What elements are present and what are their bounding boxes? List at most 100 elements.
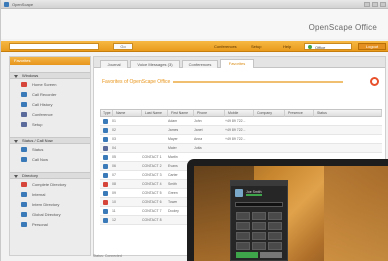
dial-key[interactable] bbox=[252, 242, 266, 250]
recorder-icon bbox=[21, 92, 27, 97]
panel-title: Favorites of OpenScape Office bbox=[102, 79, 344, 85]
table-cell: Maier bbox=[168, 146, 177, 150]
table-cell: Mayer bbox=[168, 137, 178, 141]
search-input[interactable] bbox=[9, 43, 99, 50]
home-icon bbox=[21, 82, 27, 87]
dial-key[interactable] bbox=[252, 232, 266, 240]
dial-input[interactable] bbox=[235, 202, 283, 207]
table-cell: 04 bbox=[112, 146, 116, 150]
contact-icon bbox=[103, 137, 108, 142]
table-cell: +49 89 722... bbox=[225, 119, 246, 123]
window-title: OpenScape bbox=[12, 2, 34, 7]
presence-select[interactable]: Office bbox=[304, 43, 352, 50]
dial-key[interactable] bbox=[268, 212, 282, 220]
table-row[interactable]: 02 James Janet +49 89 722... bbox=[100, 126, 382, 135]
column-header[interactable]: Status bbox=[315, 110, 382, 117]
phone-icon bbox=[21, 157, 27, 162]
sidebar-item[interactable]: Personal bbox=[10, 220, 90, 229]
column-header[interactable]: Company bbox=[255, 110, 285, 117]
help-icon[interactable] bbox=[370, 77, 379, 86]
app-icon bbox=[4, 2, 9, 7]
contact-icon bbox=[103, 173, 108, 178]
contact-icon bbox=[103, 200, 108, 205]
table-row[interactable]: 04 Maier Jutta bbox=[100, 144, 382, 153]
sidebar-item[interactable]: Call Now bbox=[10, 155, 90, 164]
dial-key[interactable] bbox=[268, 222, 282, 230]
table-row[interactable]: 03 Mayer Anna +49 89 722... bbox=[100, 135, 382, 144]
brand-name: OpenScape Office bbox=[308, 23, 377, 32]
table-cell: Janet bbox=[194, 128, 203, 132]
sidebar-item[interactable]: Home Screen bbox=[10, 80, 90, 89]
table-cell: +49 89 722... bbox=[225, 128, 246, 132]
setup-link[interactable]: Setup bbox=[251, 44, 261, 49]
column-header[interactable]: Phone bbox=[195, 110, 225, 117]
table-cell: Jutta bbox=[194, 146, 202, 150]
sidebar-section-directory[interactable]: Directory bbox=[10, 172, 90, 179]
column-header[interactable]: Presence bbox=[286, 110, 314, 117]
dial-key[interactable] bbox=[236, 242, 250, 250]
table-cell: 01 bbox=[112, 119, 116, 123]
table-cell: Tower bbox=[168, 200, 178, 204]
sidebar-item[interactable]: Intern Directory bbox=[10, 200, 90, 209]
maximize-button[interactable] bbox=[372, 2, 378, 7]
sidebar-item[interactable]: Setup bbox=[10, 120, 90, 129]
status-bar: Status: Connected bbox=[93, 254, 122, 258]
conference-icon bbox=[21, 112, 27, 117]
dial-key[interactable] bbox=[268, 232, 282, 240]
title-underline bbox=[173, 80, 344, 83]
column-header[interactable]: Last Name bbox=[143, 110, 168, 117]
help-link[interactable]: Help bbox=[283, 44, 291, 49]
contact-icon bbox=[103, 155, 108, 160]
status-icon bbox=[21, 147, 27, 152]
column-header[interactable]: First Name bbox=[169, 110, 194, 117]
sidebar: Favorites Windows Home Screen Call Recor… bbox=[9, 56, 91, 256]
dial-key[interactable] bbox=[236, 212, 250, 220]
column-header[interactable]: Type bbox=[101, 110, 113, 117]
sidebar-section-status[interactable]: Status / Call Now bbox=[10, 137, 90, 144]
contact-icon bbox=[103, 164, 108, 169]
table-cell: Martin bbox=[168, 155, 178, 159]
sidebar-item[interactable]: Complete Directory bbox=[10, 180, 90, 189]
table-row[interactable]: 01 Adam John +49 89 722... bbox=[100, 117, 382, 126]
table-cell: Anna bbox=[194, 137, 203, 141]
table-cell: 07 bbox=[112, 173, 116, 177]
tab-journal[interactable]: Journal bbox=[100, 60, 128, 68]
sidebar-item[interactable]: Call History bbox=[10, 100, 90, 109]
table-cell: James bbox=[168, 128, 179, 132]
close-button[interactable] bbox=[380, 2, 386, 7]
end-call-button[interactable] bbox=[260, 252, 282, 258]
column-header[interactable]: Name bbox=[114, 110, 142, 117]
sidebar-section-windows[interactable]: Windows bbox=[10, 72, 90, 79]
sidebar-item[interactable]: Call Recorder bbox=[10, 90, 90, 99]
sidebar-item[interactable]: Internal bbox=[10, 190, 90, 199]
column-header[interactable]: Mobile bbox=[226, 110, 254, 117]
gear-icon bbox=[21, 122, 27, 127]
sidebar-item[interactable]: Global Directory bbox=[10, 210, 90, 219]
tab-voice-messages[interactable]: Voice Messages (3) bbox=[130, 60, 180, 68]
table-cell: Green bbox=[168, 191, 178, 195]
tab-conferences[interactable]: Conferences bbox=[182, 60, 218, 68]
table-cell: +49 89 722... bbox=[225, 137, 246, 141]
dial-key[interactable] bbox=[252, 212, 266, 220]
dial-key[interactable] bbox=[252, 222, 266, 230]
go-button[interactable]: Go bbox=[113, 43, 133, 50]
contact-icon bbox=[21, 202, 27, 207]
presence-value: Office bbox=[315, 45, 326, 50]
call-button[interactable] bbox=[236, 252, 258, 258]
conferences-link[interactable]: Conferences bbox=[214, 44, 237, 49]
contact-icon bbox=[103, 119, 108, 124]
table-cell: John bbox=[194, 119, 202, 123]
table-cell: Dooley bbox=[168, 209, 179, 213]
table-cell: CONTACT 4 bbox=[142, 182, 162, 186]
table-cell: CONTACT 6 bbox=[142, 200, 162, 204]
minimize-button[interactable] bbox=[364, 2, 370, 7]
logout-button[interactable]: Logout bbox=[358, 43, 386, 50]
contact-icon bbox=[103, 128, 108, 133]
sidebar-item[interactable]: Status bbox=[10, 145, 90, 154]
dial-key[interactable] bbox=[268, 242, 282, 250]
tab-favorites[interactable]: Favorites bbox=[220, 59, 254, 68]
dial-key[interactable] bbox=[236, 232, 250, 240]
dial-key[interactable] bbox=[236, 222, 250, 230]
sidebar-item[interactable]: Conference bbox=[10, 110, 90, 119]
table-cell: 11 bbox=[112, 209, 116, 213]
